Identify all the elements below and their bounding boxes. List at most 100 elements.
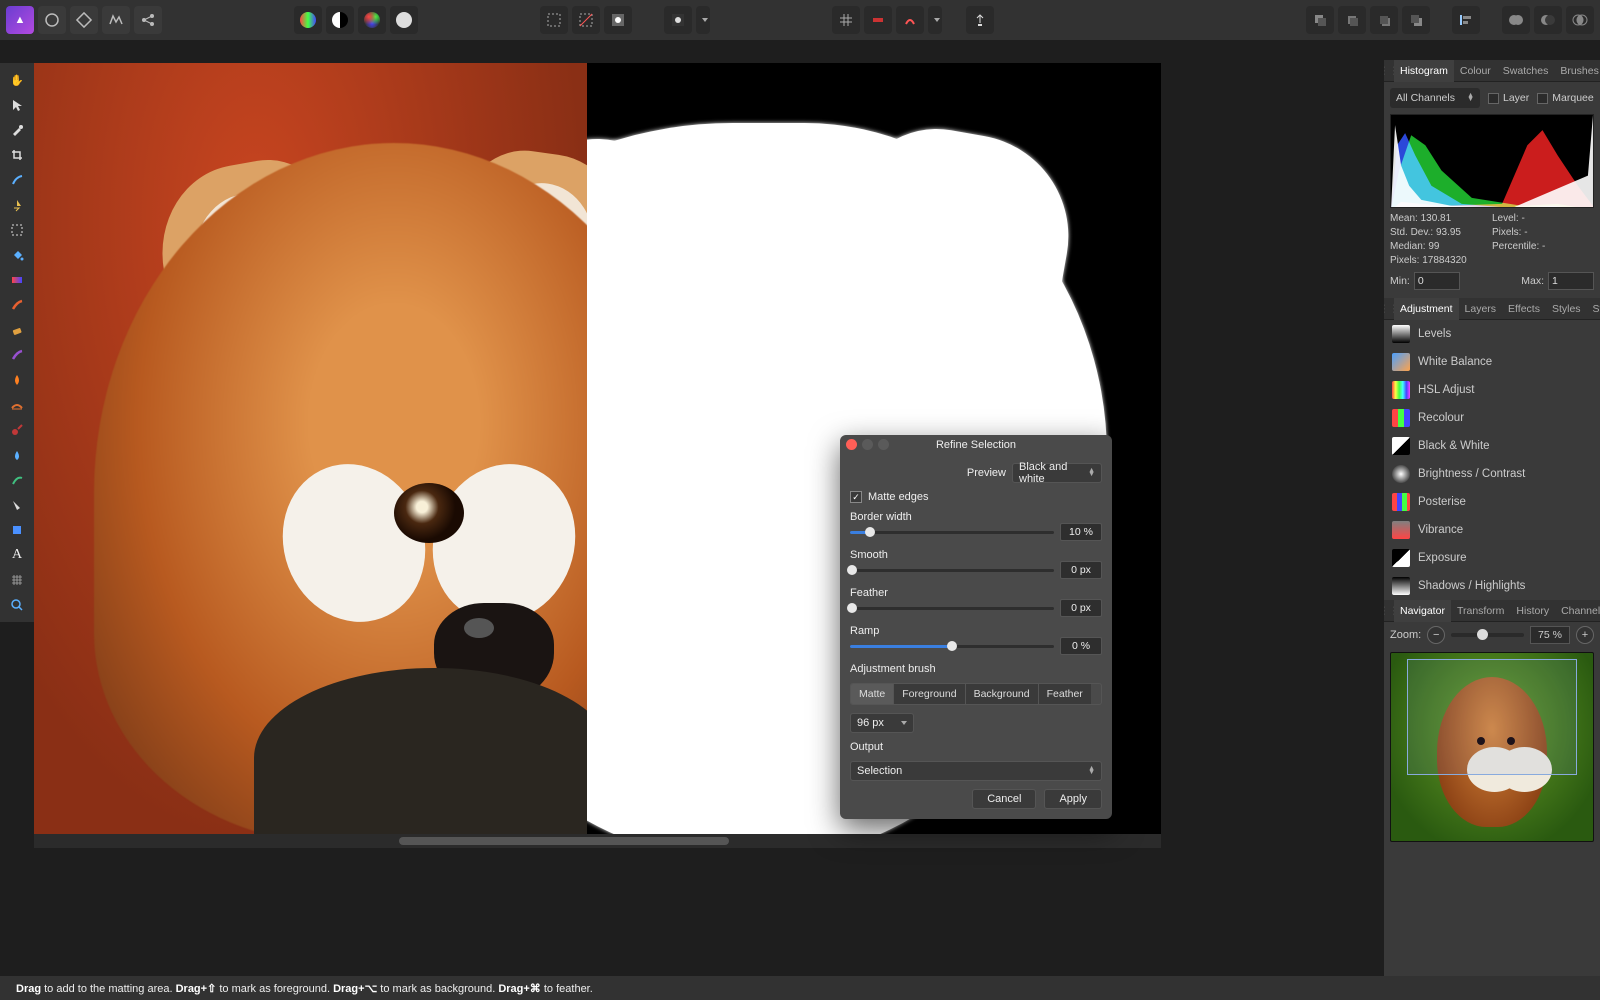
- tab-styles[interactable]: Styles: [1546, 298, 1587, 320]
- move-tool[interactable]: [4, 94, 30, 116]
- ramp-slider[interactable]: [850, 645, 1054, 648]
- min-input[interactable]: [1414, 272, 1460, 290]
- adjustment-posterise[interactable]: Posterise: [1384, 488, 1600, 516]
- flood-select-tool[interactable]: [4, 194, 30, 216]
- tab-effects[interactable]: Effects: [1502, 298, 1546, 320]
- arrange-forward-button[interactable]: [1370, 6, 1398, 34]
- brush-mode-matte[interactable]: Matte: [851, 684, 894, 704]
- panel-drag-handle-icon[interactable]: ⋮⋮: [1384, 303, 1394, 315]
- zoom-tool[interactable]: [4, 594, 30, 616]
- boolean-subtract-button[interactable]: [1534, 6, 1562, 34]
- tab-brushes[interactable]: Brushes: [1554, 60, 1600, 82]
- photo-persona-button[interactable]: ▲: [6, 6, 34, 34]
- clone-brush-tool[interactable]: [4, 344, 30, 366]
- panel-drag-handle-icon[interactable]: ⋮⋮: [1384, 65, 1394, 77]
- colour-picker-tool[interactable]: [4, 119, 30, 141]
- adjustment-vibrance[interactable]: Vibrance: [1384, 516, 1600, 544]
- smooth-slider[interactable]: [850, 569, 1054, 572]
- pen-tool[interactable]: [4, 494, 30, 516]
- layer-checkbox[interactable]: Layer: [1488, 92, 1529, 104]
- tab-transform[interactable]: Transform: [1451, 600, 1510, 622]
- brush-mode-background[interactable]: Background: [966, 684, 1039, 704]
- tab-colour[interactable]: Colour: [1454, 60, 1497, 82]
- auto-levels-button[interactable]: [294, 6, 322, 34]
- arrange-backward-button[interactable]: [1338, 6, 1366, 34]
- adjustment-brightness-contrast[interactable]: Brightness / Contrast: [1384, 460, 1600, 488]
- align-button[interactable]: [1452, 6, 1480, 34]
- apply-button[interactable]: Apply: [1044, 789, 1102, 809]
- auto-contrast-button[interactable]: [326, 6, 354, 34]
- erase-brush-tool[interactable]: [4, 319, 30, 341]
- zoom-slider[interactable]: [1451, 633, 1524, 637]
- text-tool[interactable]: A: [4, 544, 30, 566]
- brush-mode-foreground[interactable]: Foreground: [894, 684, 965, 704]
- develop-persona-button[interactable]: [70, 6, 98, 34]
- paint-brush-tool[interactable]: [4, 294, 30, 316]
- arrange-back-button[interactable]: [1306, 6, 1334, 34]
- quick-mask-button[interactable]: [664, 6, 692, 34]
- adjustment-recolour[interactable]: Recolour: [1384, 404, 1600, 432]
- panel-drag-handle-icon[interactable]: ⋮⋮: [1384, 605, 1394, 617]
- boolean-add-button[interactable]: [1502, 6, 1530, 34]
- smooth-value[interactable]: 0 px: [1060, 561, 1102, 579]
- liquify-persona-button[interactable]: [38, 6, 66, 34]
- tab-stock[interactable]: Stock: [1587, 298, 1600, 320]
- brush-size-dropdown[interactable]: 96 px: [850, 713, 914, 733]
- adjustment-hsl[interactable]: HSL Adjust: [1384, 376, 1600, 404]
- auto-colours-button[interactable]: [358, 6, 386, 34]
- auto-white-balance-button[interactable]: [390, 6, 418, 34]
- feather-value[interactable]: 0 px: [1060, 599, 1102, 617]
- border-width-slider[interactable]: [850, 531, 1054, 534]
- blur-brush-tool[interactable]: [4, 444, 30, 466]
- shape-tool[interactable]: [4, 519, 30, 541]
- selection-refine-button[interactable]: [604, 6, 632, 34]
- tab-history[interactable]: History: [1510, 600, 1555, 622]
- histogram-channel-dropdown[interactable]: All Channels ▲▼: [1390, 88, 1480, 108]
- navigator-thumbnail[interactable]: [1390, 652, 1594, 842]
- crop-tool[interactable]: [4, 144, 30, 166]
- quick-mask-dropdown[interactable]: [696, 6, 710, 34]
- adjustment-levels[interactable]: Levels: [1384, 320, 1600, 348]
- adjustment-shadows-highlights[interactable]: Shadows / Highlights: [1384, 572, 1600, 600]
- dodge-brush-tool[interactable]: [4, 369, 30, 391]
- close-icon[interactable]: [846, 439, 857, 450]
- marquee-tool[interactable]: [4, 219, 30, 241]
- adjustment-exposure[interactable]: Exposure: [1384, 544, 1600, 572]
- selection-rect-button[interactable]: [540, 6, 568, 34]
- grid-button[interactable]: [832, 6, 860, 34]
- adjustment-white-balance[interactable]: White Balance: [1384, 348, 1600, 376]
- zoom-out-button[interactable]: −: [1427, 626, 1445, 644]
- boolean-intersect-button[interactable]: [1566, 6, 1594, 34]
- flood-fill-tool[interactable]: [4, 244, 30, 266]
- zoom-in-button[interactable]: +: [1576, 626, 1594, 644]
- tab-adjustment[interactable]: Adjustment: [1394, 298, 1459, 320]
- ramp-value[interactable]: 0 %: [1060, 637, 1102, 655]
- marquee-checkbox[interactable]: Marquee: [1537, 92, 1593, 104]
- view-tool[interactable]: ✋: [4, 69, 30, 91]
- tab-histogram[interactable]: Histogram: [1394, 60, 1454, 82]
- export-persona-button[interactable]: [134, 6, 162, 34]
- assistant-button[interactable]: [966, 6, 994, 34]
- burn-brush-tool[interactable]: [4, 394, 30, 416]
- brush-mode-feather[interactable]: Feather: [1039, 684, 1091, 704]
- output-dropdown[interactable]: Selection ▲▼: [850, 761, 1102, 781]
- tab-navigator[interactable]: Navigator: [1394, 600, 1451, 622]
- navigator-viewport-indicator[interactable]: [1407, 659, 1577, 775]
- retouch-brush-tool[interactable]: [4, 469, 30, 491]
- arrange-front-button[interactable]: [1402, 6, 1430, 34]
- tone-map-persona-button[interactable]: [102, 6, 130, 34]
- snapping-button[interactable]: [864, 6, 892, 34]
- tab-channels[interactable]: Channels: [1555, 600, 1600, 622]
- selection-invert-button[interactable]: [572, 6, 600, 34]
- cancel-button[interactable]: Cancel: [972, 789, 1036, 809]
- tab-layers[interactable]: Layers: [1459, 298, 1503, 320]
- snapping-dropdown[interactable]: [928, 6, 942, 34]
- feather-slider[interactable]: [850, 607, 1054, 610]
- selection-brush-tool[interactable]: [4, 169, 30, 191]
- adjustment-black-white[interactable]: Black & White: [1384, 432, 1600, 460]
- gradient-tool[interactable]: [4, 269, 30, 291]
- force-pixel-align-button[interactable]: [896, 6, 924, 34]
- preview-dropdown[interactable]: Black and white ▲▼: [1012, 463, 1102, 483]
- horizontal-scrollbar[interactable]: [34, 834, 1161, 848]
- tab-swatches[interactable]: Swatches: [1497, 60, 1555, 82]
